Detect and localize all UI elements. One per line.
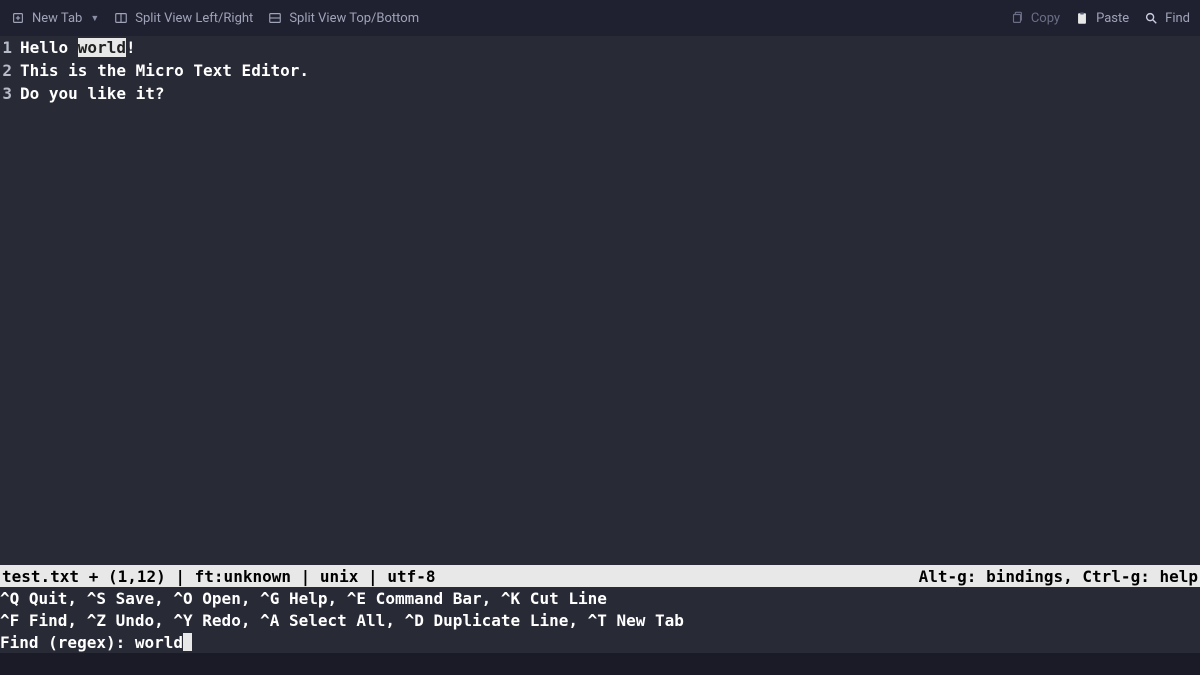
line-text: This is the Micro Text Editor. <box>20 59 309 82</box>
paste-icon <box>1074 10 1090 26</box>
editor-line[interactable]: 2 This is the Micro Text Editor. <box>0 59 1200 82</box>
copy-icon <box>1009 10 1025 26</box>
find-label: Find <box>1165 11 1190 26</box>
status-left: test.txt + (1,12) | ft:unknown | unix | … <box>2 567 435 586</box>
find-icon <box>1143 10 1159 26</box>
split-lr-button[interactable]: Split View Left/Right <box>113 10 253 26</box>
editor-line[interactable]: 1 Hello world! <box>0 36 1200 59</box>
find-button[interactable]: Find <box>1143 10 1190 26</box>
split-tb-button[interactable]: Split View Top/Bottom <box>267 10 419 26</box>
toolbar: New Tab ▼ Split View Left/Right Split Vi… <box>0 0 1200 36</box>
line-number: 1 <box>0 36 20 59</box>
line-text: Do you like it? <box>20 82 165 105</box>
paste-button[interactable]: Paste <box>1074 10 1129 26</box>
split-tb-icon <box>267 10 283 26</box>
search-highlight: world <box>78 38 126 57</box>
new-tab-button[interactable]: New Tab ▼ <box>10 10 99 26</box>
keybinding-hint-2: ^F Find, ^Z Undo, ^Y Redo, ^A Select All… <box>0 609 1200 631</box>
prompt-value: world <box>135 633 183 652</box>
keybinding-hint-1: ^Q Quit, ^S Save, ^O Open, ^G Help, ^E C… <box>0 587 1200 609</box>
split-tb-label: Split View Top/Bottom <box>289 11 419 26</box>
paste-label: Paste <box>1096 11 1129 26</box>
editor-area[interactable]: 1 Hello world! 2 This is the Micro Text … <box>0 36 1200 565</box>
line-number: 3 <box>0 82 20 105</box>
find-prompt[interactable]: Find (regex): world <box>0 631 1200 653</box>
new-tab-label: New Tab <box>32 11 82 26</box>
prompt-label: Find (regex): <box>0 633 135 652</box>
editor-line[interactable]: 3 Do you like it? <box>0 82 1200 105</box>
line-number: 2 <box>0 59 20 82</box>
split-lr-label: Split View Left/Right <box>135 11 253 26</box>
chevron-down-icon: ▼ <box>90 13 99 24</box>
new-tab-icon <box>10 10 26 26</box>
text-cursor <box>183 633 192 651</box>
window-padding <box>0 653 1200 675</box>
statusbar: test.txt + (1,12) | ft:unknown | unix | … <box>0 565 1200 587</box>
line-text: Hello world! <box>20 36 136 59</box>
copy-button[interactable]: Copy <box>1009 10 1060 26</box>
copy-label: Copy <box>1031 11 1060 26</box>
status-right: Alt-g: bindings, Ctrl-g: help <box>919 567 1198 586</box>
split-lr-icon <box>113 10 129 26</box>
